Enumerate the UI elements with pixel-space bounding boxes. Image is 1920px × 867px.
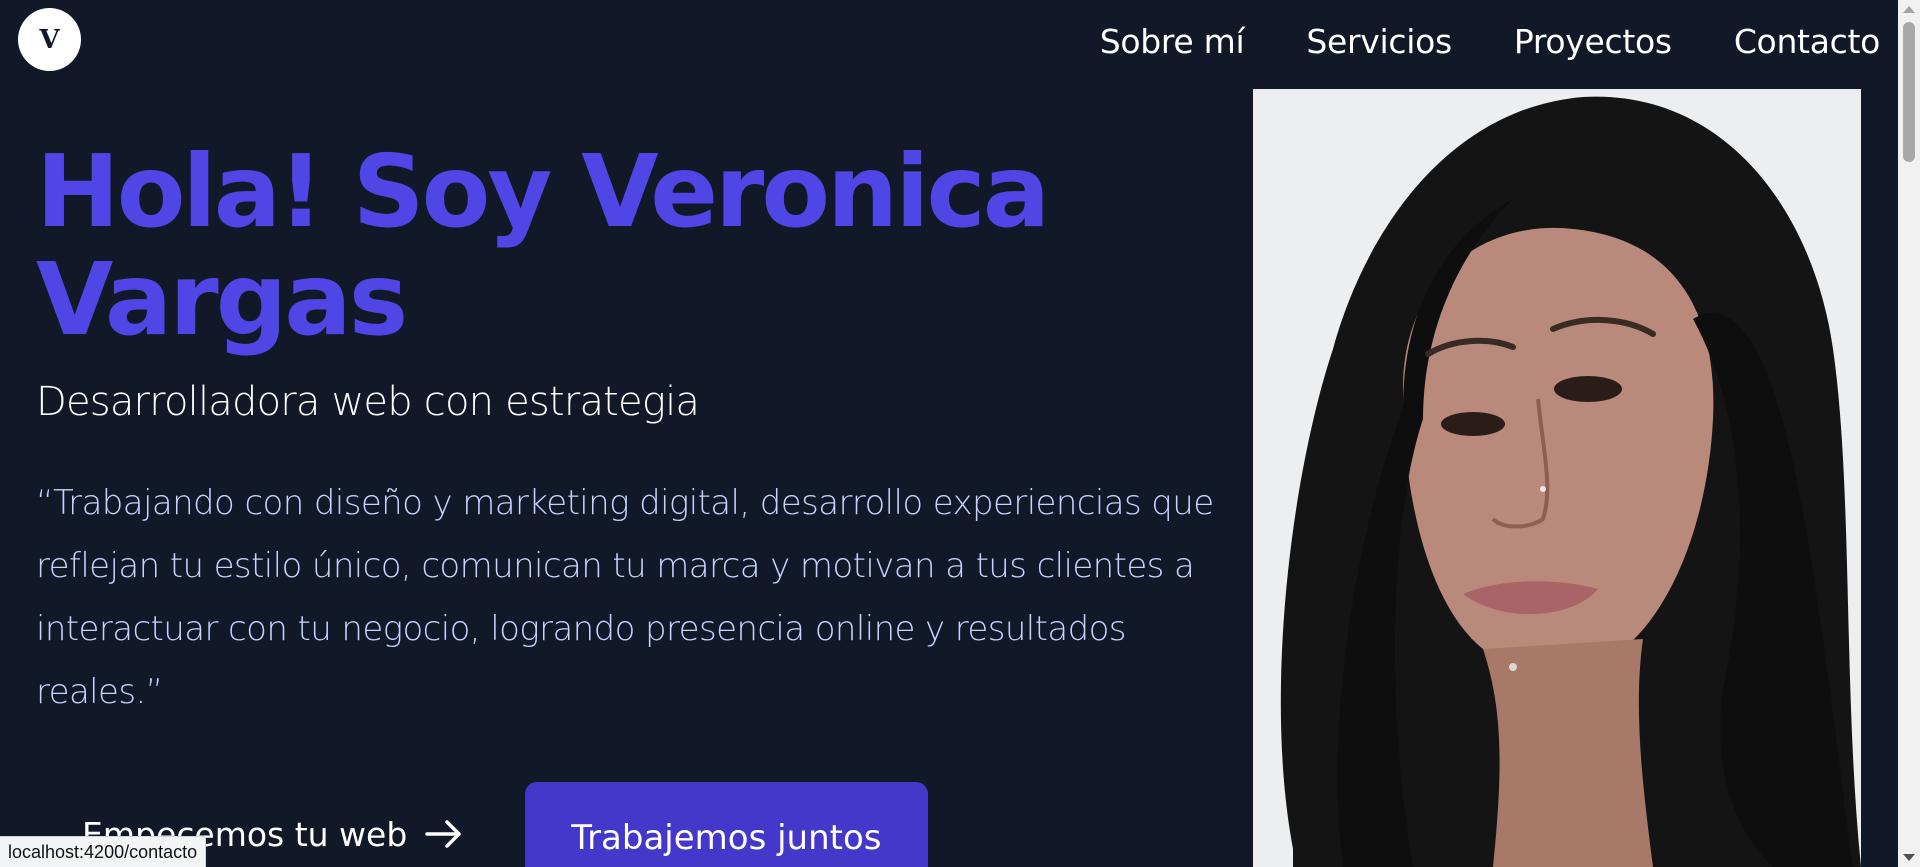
vertical-scrollbar[interactable] [1898,0,1920,867]
profile-photo [1253,89,1861,867]
logo-letter: V [39,24,60,55]
nav-link-proyectos[interactable]: Proyectos [1514,18,1672,66]
logo-link[interactable]: V [18,8,81,71]
status-bar-url: localhost:4200/contacto [0,836,207,867]
scroll-thumb[interactable] [1903,22,1915,162]
profile-photo-icon [1253,89,1861,867]
nav-link-contacto[interactable]: Contacto [1734,18,1880,66]
hero-subtitle: Desarrolladora web con estrategia [36,379,700,425]
nav-link-servicios[interactable]: Servicios [1306,18,1452,66]
arrow-right-icon [425,820,462,848]
main-nav: Sobre mí Servicios Proyectos Contacto [1040,18,1881,66]
hero-title: Hola! Soy Veronica Vargas [36,133,1050,358]
scroll-down-icon[interactable] [1903,854,1915,861]
nav-link-sobre-mi[interactable]: Sobre mí [1100,18,1245,66]
scroll-up-icon[interactable] [1903,6,1915,13]
work-together-button[interactable]: Trabajemos juntos [525,782,928,867]
page: V Sobre mí Servicios Proyectos Contacto … [0,0,1920,867]
hero-quote: “Trabajando con diseño y marketing digit… [36,483,1214,712]
